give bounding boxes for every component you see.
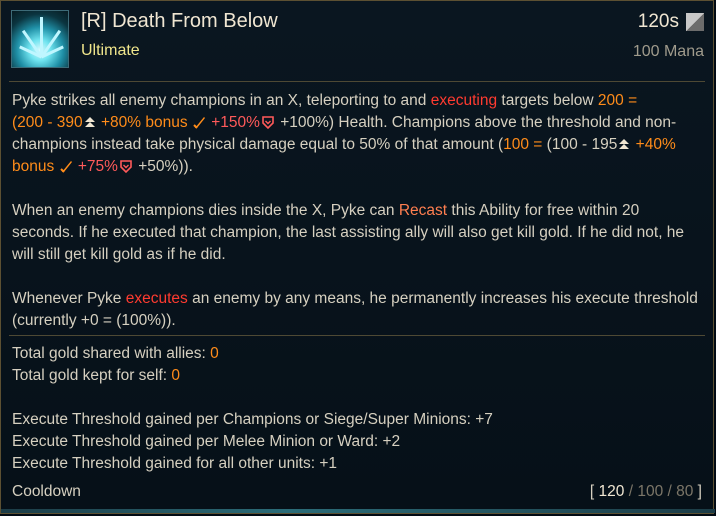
- ability-title: [R] Death From Below: [81, 10, 278, 32]
- cooldown-icon: [686, 13, 704, 31]
- threshold-melee-stat: Execute Threshold gained per Melee Minio…: [12, 433, 401, 450]
- divider: [9, 335, 705, 336]
- attack-damage-icon: [193, 117, 205, 129]
- ability-stats: Total gold shared with allies: 0 Total g…: [12, 343, 702, 475]
- gold-kept-stat: Total gold kept for self: 0: [12, 367, 181, 384]
- cooldown-label: Cooldown: [12, 483, 81, 500]
- cooldown-values: [ 120 / 100 / 80 ]: [589, 483, 702, 500]
- ability-description: Pyke strikes all enemy champions in an X…: [12, 90, 702, 332]
- lethality-icon: [618, 139, 630, 150]
- gold-shared-stat: Total gold shared with allies: 0: [12, 345, 219, 362]
- mana-cost: 100 Mana: [632, 43, 704, 60]
- health-icon: [262, 116, 274, 129]
- health-icon: [120, 160, 132, 173]
- executing-keyword: executing: [430, 92, 498, 109]
- ability-tooltip: [R] Death From Below Ultimate 120s 100 M…: [0, 0, 715, 514]
- description-paragraph-3: Whenever Pyke executes an enemy by any m…: [12, 290, 698, 329]
- description-paragraph-2: When an enemy champions dies inside the …: [12, 202, 685, 263]
- threshold-other-stat: Execute Threshold gained for all other u…: [12, 455, 337, 472]
- attack-damage-icon: [59, 161, 72, 173]
- ability-type: Ultimate: [81, 42, 140, 59]
- ability-icon: [11, 10, 69, 68]
- bottom-glow: [1, 509, 715, 513]
- threshold-champions-stat: Execute Threshold gained per Champions o…: [12, 411, 493, 428]
- executes-keyword: executes: [125, 290, 188, 307]
- cooldown-row: Cooldown [ 120 / 100 / 80 ]: [12, 483, 702, 501]
- cooldown-header: 120s: [637, 11, 679, 32]
- recast-keyword: Recast: [398, 202, 448, 219]
- divider: [9, 81, 705, 82]
- description-paragraph-1: Pyke strikes all enemy champions in an X…: [12, 92, 677, 175]
- lethality-icon: [84, 117, 96, 128]
- tooltip-header: [R] Death From Below Ultimate 120s 100 M…: [1, 1, 715, 75]
